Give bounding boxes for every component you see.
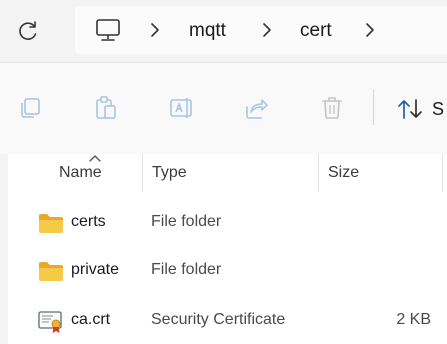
folder-icon bbox=[39, 214, 63, 233]
file-name[interactable]: certs bbox=[71, 213, 106, 231]
column-type[interactable]: Type bbox=[152, 164, 187, 182]
file-type: File folder bbox=[151, 261, 222, 278]
sort-icon[interactable] bbox=[397, 98, 425, 120]
file-type: File folder bbox=[151, 213, 222, 230]
chevron-right-icon[interactable] bbox=[261, 22, 273, 38]
folder-icon bbox=[39, 262, 63, 281]
breadcrumb[interactable]: mqtt cert bbox=[75, 6, 447, 54]
delete-icon[interactable] bbox=[319, 95, 345, 121]
copy-icon[interactable] bbox=[18, 95, 44, 121]
file-name[interactable]: ca.crt bbox=[71, 311, 110, 329]
sort-button-label[interactable]: S bbox=[432, 99, 444, 120]
sort-ascending-icon bbox=[89, 155, 101, 162]
paste-icon[interactable] bbox=[93, 95, 119, 121]
column-name[interactable]: Name bbox=[59, 164, 102, 182]
column-divider[interactable] bbox=[442, 154, 443, 192]
column-divider[interactable] bbox=[318, 154, 319, 192]
this-pc-icon[interactable] bbox=[95, 18, 121, 42]
column-divider[interactable] bbox=[142, 154, 143, 192]
certificate-icon bbox=[38, 311, 62, 333]
file-name[interactable]: private bbox=[71, 261, 119, 279]
list-item[interactable]: ca.crt Security Certificate 2 KB bbox=[0, 302, 447, 340]
list-item[interactable]: certs File folder bbox=[0, 204, 447, 242]
share-icon[interactable] bbox=[243, 95, 269, 121]
breadcrumb-item-mqtt[interactable]: mqtt bbox=[189, 20, 226, 42]
column-header: Name Type Size bbox=[0, 154, 447, 192]
list-item[interactable]: private File folder bbox=[0, 252, 447, 290]
refresh-icon[interactable] bbox=[14, 17, 42, 45]
toolbar-separator bbox=[373, 89, 374, 125]
file-size: 2 KB bbox=[396, 311, 431, 328]
address-bar: mqtt cert bbox=[0, 0, 447, 62]
column-size[interactable]: Size bbox=[328, 164, 359, 182]
chevron-right-icon[interactable] bbox=[364, 22, 376, 38]
command-bar: S bbox=[0, 62, 447, 155]
rename-icon[interactable] bbox=[168, 95, 196, 121]
breadcrumb-item-cert[interactable]: cert bbox=[300, 20, 332, 42]
chevron-right-icon[interactable] bbox=[149, 22, 161, 38]
file-type: Security Certificate bbox=[151, 311, 286, 328]
